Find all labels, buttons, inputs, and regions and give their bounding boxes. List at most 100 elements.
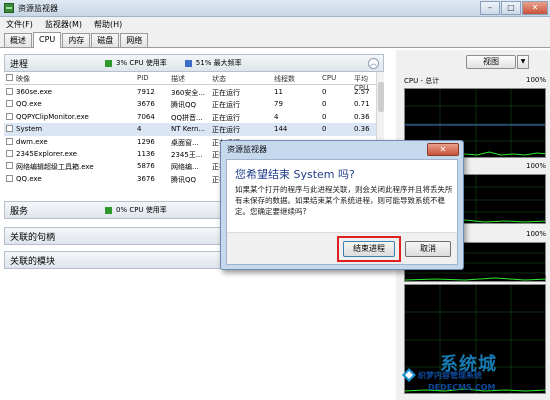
- row-pid: 3676: [137, 100, 155, 109]
- col-threads[interactable]: 线程数: [274, 74, 295, 84]
- cpu-usage-swatch: [105, 59, 112, 67]
- services-cpu-text: 0% CPU 使用率: [116, 206, 167, 214]
- row-description: 桌面窗...: [171, 138, 199, 147]
- row-description: NT Kern...: [171, 125, 206, 134]
- row-image: QQPYClipMonitor.exe: [16, 112, 89, 121]
- row-image: dwm.exe: [16, 137, 48, 146]
- row-threads: 4: [274, 112, 279, 121]
- table-row[interactable]: 360se.exe 7912 360安全... 正在运行 11 0 2.57: [4, 86, 376, 98]
- view-dropdown-icon[interactable]: ▼: [517, 55, 529, 69]
- row-cpu: 0: [322, 88, 327, 96]
- tab-disk[interactable]: 磁盘: [91, 33, 120, 47]
- tab-cpu[interactable]: CPU: [33, 32, 62, 48]
- row-status: 正在运行: [212, 126, 240, 135]
- row-cpu: 0: [322, 112, 327, 121]
- modules-title: 关联的模块: [10, 256, 56, 267]
- minimize-button[interactable]: –: [480, 1, 500, 15]
- row-image: QQ.exe: [16, 174, 42, 183]
- row-pid: 3676: [137, 174, 155, 183]
- services-title: 服务: [10, 206, 29, 217]
- tab-overview[interactable]: 概述: [4, 33, 32, 47]
- processes-section-header[interactable]: 进程 3% CPU 使用率 51% 最大频率 ︿: [4, 54, 384, 72]
- window-title: 资源监视器: [18, 3, 58, 13]
- row-checkbox[interactable]: [6, 162, 13, 170]
- table-row[interactable]: System 4 NT Kern... 正在运行 144 0 0.36: [4, 123, 376, 136]
- table-row[interactable]: QQ.exe 3676 腾讯QQ 正在运行 79 0 0.71: [4, 98, 376, 110]
- graph-2-max: 100%: [525, 162, 546, 170]
- col-status[interactable]: 状态: [212, 74, 226, 84]
- row-checkbox[interactable]: [6, 174, 13, 182]
- row-image: 360se.exe: [16, 88, 52, 96]
- tab-memory[interactable]: 内存: [62, 33, 91, 47]
- graph-3-max: 100%: [525, 230, 546, 238]
- watermark-url: DEDECMS.COM: [428, 383, 496, 392]
- end-process-dialog: 资源监视器 ✕ 您希望结束 System 吗? 如果某个打开的程序与此进程关联，…: [220, 140, 464, 270]
- row-description: 网络编...: [171, 163, 199, 172]
- row-pid: 7064: [137, 112, 155, 121]
- row-pid: 7912: [137, 88, 155, 96]
- scrollbar-thumb[interactable]: [378, 82, 384, 112]
- row-average-cpu: 2.57: [354, 88, 370, 96]
- dialog-message: 如果某个打开的程序与此进程关联，则会关闭此程序并且将丢失所有未保存的数据。如果结…: [235, 185, 453, 216]
- watermark-logo-icon: [402, 368, 416, 382]
- row-image: QQ.exe: [16, 100, 42, 109]
- row-description: 腾讯QQ: [171, 101, 197, 110]
- end-process-button[interactable]: 结束进程: [343, 241, 395, 257]
- row-checkbox[interactable]: [6, 100, 13, 108]
- graph-cpu-total-max: 100%: [525, 76, 546, 84]
- row-average-cpu: 0.36: [354, 112, 370, 121]
- row-threads: 11: [274, 88, 283, 96]
- row-image: System: [16, 125, 43, 134]
- row-description: 360安全...: [171, 89, 206, 97]
- process-table-header: 映像 PID 描述 状态 线程数 CPU 平均 CPU: [4, 72, 376, 92]
- row-status: 正在运行: [212, 113, 240, 122]
- cpu-usage-text: 3% CPU 使用率: [116, 59, 167, 67]
- tab-strip: 概述 CPU 内存 磁盘 网络: [0, 31, 550, 48]
- dialog-footer: 结束进程 取消: [227, 232, 457, 264]
- dialog-heading: 您希望结束 System 吗?: [235, 168, 355, 181]
- col-description[interactable]: 描述: [171, 74, 185, 84]
- collapse-icon[interactable]: ︿: [368, 58, 379, 69]
- handles-title: 关联的句柄: [10, 232, 56, 243]
- row-threads: 79: [274, 100, 283, 109]
- menu-monitor[interactable]: 监视器(M): [45, 19, 82, 30]
- row-checkbox[interactable]: [6, 112, 13, 120]
- max-frequency-text: 51% 最大频率: [195, 59, 242, 67]
- menu-bar: 文件(F) 监视器(M) 帮助(H): [0, 17, 550, 31]
- graph-cpu-total-title: CPU - 总计: [404, 77, 440, 85]
- close-button[interactable]: ✕: [522, 1, 548, 15]
- menu-help[interactable]: 帮助(H): [94, 19, 122, 30]
- row-checkbox[interactable]: [6, 88, 13, 95]
- row-checkbox[interactable]: [6, 149, 13, 157]
- row-description: 2345王...: [171, 150, 203, 159]
- row-pid: 1136: [137, 149, 155, 158]
- menu-file[interactable]: 文件(F): [6, 19, 33, 30]
- row-cpu: 0: [322, 100, 327, 109]
- services-cpu-swatch: [105, 206, 112, 214]
- row-image: 2345Explorer.exe: [16, 149, 77, 158]
- row-description: 腾讯QQ: [171, 175, 197, 184]
- row-pid: 4: [137, 125, 142, 134]
- graph-4-max: 100%: [525, 272, 546, 280]
- view-button[interactable]: 视图: [466, 55, 516, 69]
- tab-network[interactable]: 网络: [120, 33, 149, 47]
- resource-monitor-icon: [4, 3, 14, 13]
- dialog-close-button[interactable]: ✕: [427, 143, 459, 156]
- cancel-button[interactable]: 取消: [405, 241, 451, 257]
- window-titlebar: 资源监视器 – □ ✕: [0, 0, 550, 17]
- watermark-subtitle: 织梦内容管理系统: [418, 371, 482, 380]
- dialog-body: 您希望结束 System 吗? 如果某个打开的程序与此进程关联，则会关闭此程序并…: [226, 159, 458, 265]
- col-image[interactable]: 映像: [16, 74, 30, 84]
- col-cpu[interactable]: CPU: [322, 74, 336, 82]
- row-checkbox[interactable]: [6, 125, 13, 133]
- col-pid[interactable]: PID: [137, 74, 149, 82]
- max-frequency-swatch: [184, 59, 192, 67]
- select-all-checkbox[interactable]: [6, 74, 13, 81]
- row-checkbox[interactable]: [6, 137, 13, 145]
- maximize-button[interactable]: □: [501, 1, 521, 15]
- row-image: 网络编辑超级工具箱.exe: [16, 163, 94, 172]
- row-average-cpu: 0.71: [354, 100, 370, 109]
- row-cpu: 0: [322, 125, 327, 134]
- table-row[interactable]: QQPYClipMonitor.exe 7064 QQ拼音... 正在运行 4 0 0.36: [4, 111, 376, 123]
- row-status: 正在运行: [212, 89, 240, 97]
